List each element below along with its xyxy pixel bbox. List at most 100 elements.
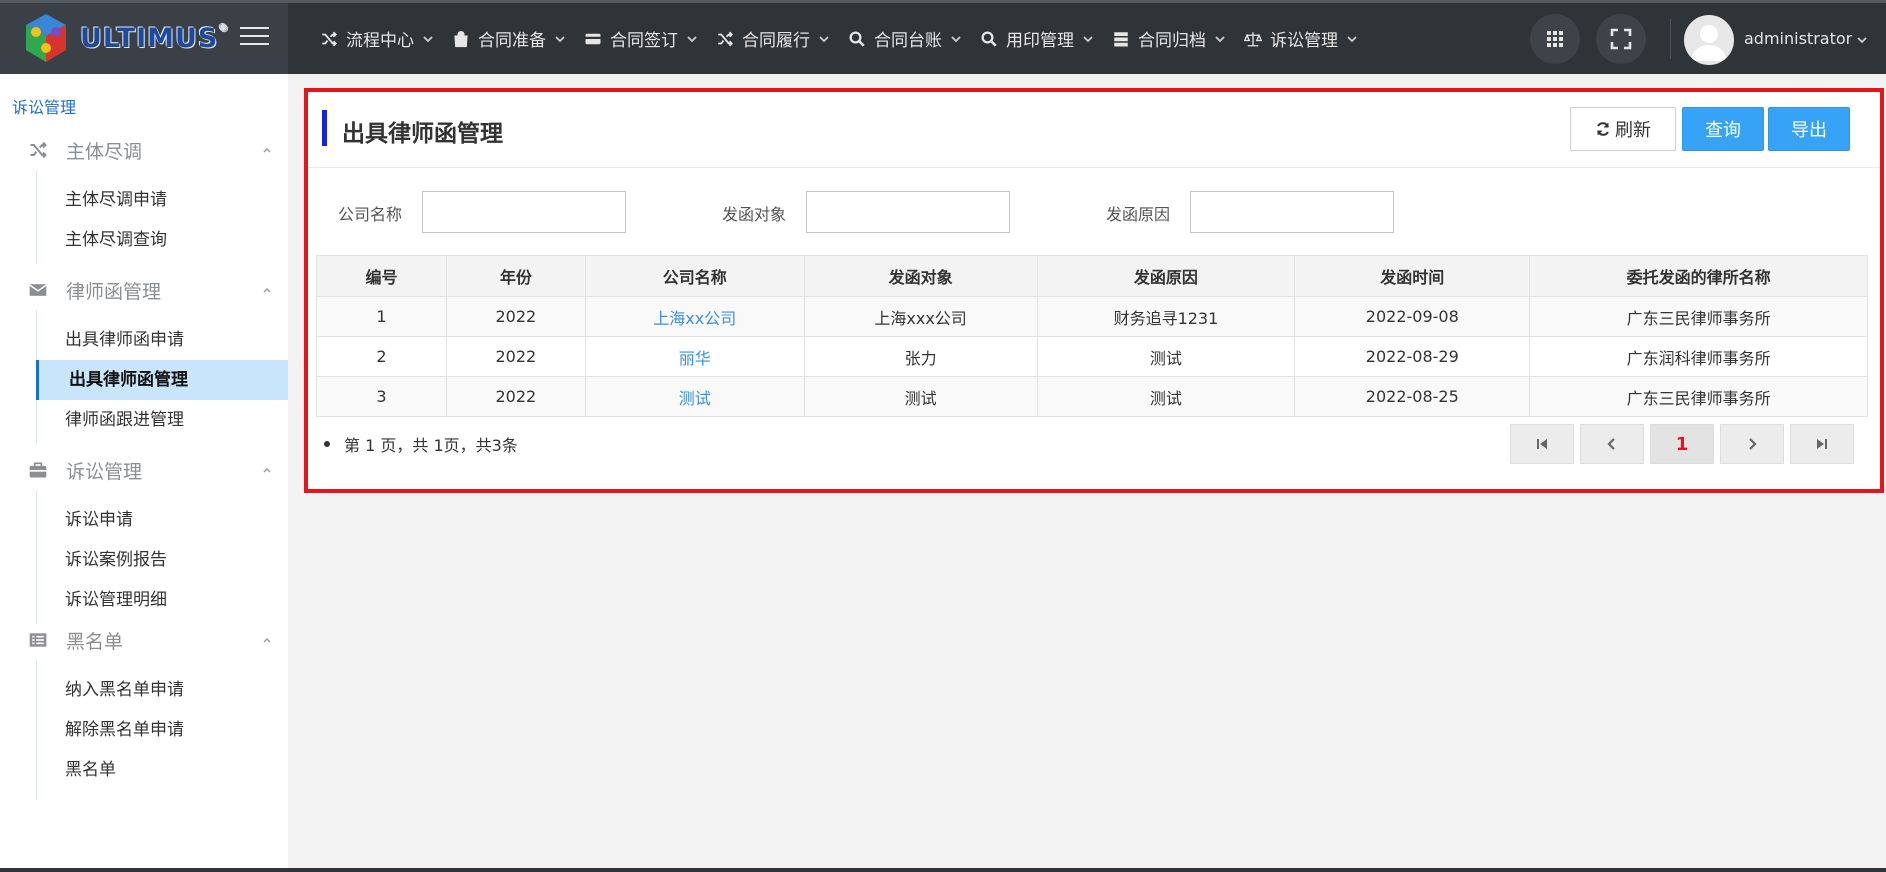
cell-no: 1 [316,296,447,337]
sidebar-group-header[interactable]: 黑名单 [0,620,288,660]
nav-contract-ledger[interactable]: 合同台账 [848,3,962,74]
sidebar-item-litigation-apply[interactable]: 诉讼申请 [37,500,288,540]
sidebar-item-lawyer-letter-manage[interactable]: 出具律师函管理 [36,360,288,400]
col-header-recipient[interactable]: 发函对象 [803,255,1038,297]
panel-header: 出具律师函管理 刷新 查询 导出 [308,92,1880,168]
sidebar-item-litigation-report[interactable]: 诉讼案例报告 [37,540,288,580]
last-page-icon [1817,439,1827,449]
prev-page-button[interactable] [1580,424,1644,464]
sidebar-item-blacklist-add[interactable]: 纳入黑名单申请 [37,670,288,710]
first-page-button[interactable] [1510,424,1574,464]
nav-litigation[interactable]: 诉讼管理 [1244,3,1358,74]
col-header-date[interactable]: 发函时间 [1294,255,1531,297]
nav-contract-archive[interactable]: 合同归档 [1112,3,1226,74]
sidebar-group-blacklist: 黑名单 纳入黑名单申请 解除黑名单申请 黑名单 [0,620,288,800]
chevron-up-icon [263,638,271,643]
nav-contract-prep[interactable]: 合同准备 [452,3,566,74]
last-page-button[interactable] [1790,424,1854,464]
sidebar: 诉讼管理 主体尽调 主体尽调申请 主体尽调查询 律师函管理 出具律师函申请 出具… [0,74,288,868]
bullet-icon [324,441,330,447]
col-header-no[interactable]: 编号 [316,255,447,297]
sidebar-group-label: 主体尽调 [66,140,143,163]
chevron-left-icon [1607,438,1615,450]
cell-reason: 测试 [1036,336,1296,377]
sidebar-item-blacklist[interactable]: 黑名单 [37,750,288,790]
sidebar-item-lawyer-letter-apply[interactable]: 出具律师函申请 [37,320,288,360]
nav-label: 用印管理 [1006,31,1074,51]
menu-toggle-icon[interactable] [240,27,269,47]
col-header-year[interactable]: 年份 [445,255,586,297]
sidebar-group-label: 黑名单 [66,630,124,653]
pagination-info: 第 1 页，共 1页，共3条 [324,432,518,456]
first-page-icon [1537,439,1547,449]
cell-company-link[interactable]: 测试 [584,376,805,417]
export-button[interactable]: 导出 [1768,107,1850,151]
nav-flow-center[interactable]: 流程中心 [320,3,434,74]
col-header-reason[interactable]: 发函原因 [1036,255,1296,297]
header-divider [1670,19,1671,59]
shuffle-icon [30,141,47,159]
cell-company-link[interactable]: 丽华 [584,336,805,377]
page-number-button[interactable]: 1 [1650,424,1714,464]
content-panel: 出具律师函管理 刷新 查询 导出 公司名称 发函对象 发函原因 编号 年份 公司… [304,88,1884,493]
cell-no: 3 [316,376,447,417]
sidebar-item-blacklist-remove[interactable]: 解除黑名单申请 [37,710,288,750]
chevron-down-icon [951,35,961,42]
pagination-info-text: 第 1 页，共 1页，共3条 [344,436,518,455]
col-header-company[interactable]: 公司名称 [584,255,805,297]
fullscreen-button[interactable] [1596,14,1646,64]
refresh-button[interactable]: 刷新 [1570,107,1676,151]
table-row[interactable]: 2 2022 丽华 张力 测试 2022-08-29 广东润科律师事务所 [316,336,1868,377]
cell-company-link[interactable]: 上海xx公司 [584,296,805,337]
nav-label: 合同履行 [742,31,810,51]
chevron-down-icon [1347,35,1357,42]
apps-grid-button[interactable] [1530,14,1580,64]
nav-seal-management[interactable]: 用印管理 [980,3,1094,74]
filter-label-company: 公司名称 [338,205,403,224]
top-navbar: ULTIMUS® 流程中心 合同准备 合同签订 合同履行 合同台账 用印管理 合… [0,0,1886,74]
query-button[interactable]: 查询 [1682,107,1764,151]
col-header-law-firm[interactable]: 委托发函的律所名称 [1529,255,1868,297]
table-header-row: 编号 年份 公司名称 发函对象 发函原因 发函时间 委托发函的律所名称 [316,255,1868,297]
table-row[interactable]: 1 2022 上海xx公司 上海xxx公司 财务追寻1231 2022-09-0… [316,296,1868,337]
chevron-up-icon [263,288,271,293]
scale-icon [1244,31,1262,46]
user-name[interactable]: administrator [1744,29,1852,48]
cell-date: 2022-08-25 [1294,376,1531,417]
shuffle-icon [718,31,734,46]
cell-year: 2022 [445,336,586,377]
cell-law-firm: 广东三民律师事务所 [1529,376,1868,417]
logo-area: ULTIMUS® [0,3,288,74]
nav-contract-sign[interactable]: 合同签订 [584,3,698,74]
avatar[interactable] [1684,15,1734,65]
reason-input[interactable] [1190,191,1394,233]
cell-date: 2022-09-08 [1294,296,1531,337]
sidebar-item-due-diligence-apply[interactable]: 主体尽调申请 [37,180,288,220]
sidebar-group-lawyer-letter: 律师函管理 出具律师函申请 出具律师函管理 律师函跟进管理 [0,270,288,444]
sidebar-group-litigation: 诉讼管理 诉讼申请 诉讼案例报告 诉讼管理明细 [0,450,288,624]
sidebar-group-header[interactable]: 主体尽调 [0,130,288,170]
sidebar-group-header[interactable]: 诉讼管理 [0,450,288,490]
sidebar-item-lawyer-letter-follow[interactable]: 律师函跟进管理 [37,400,288,440]
company-name-input[interactable] [422,191,626,233]
briefcase-icon [29,462,47,478]
cell-date: 2022-08-29 [1294,336,1531,377]
letters-table: 编号 年份 公司名称 发函对象 发函原因 发函时间 委托发函的律所名称 1 20… [316,255,1868,417]
next-page-button[interactable] [1720,424,1784,464]
nav-label: 合同台账 [874,31,942,51]
shuffle-icon [322,31,338,46]
logo-text: ULTIMUS® [80,23,230,54]
sidebar-item-litigation-detail[interactable]: 诉讼管理明细 [37,580,288,620]
chevron-down-icon [687,35,697,42]
cell-year: 2022 [445,376,586,417]
recipient-input[interactable] [806,191,1010,233]
sidebar-group-header[interactable]: 律师函管理 [0,270,288,310]
chevron-down-icon[interactable] [1856,34,1868,46]
chevron-up-icon [263,148,271,153]
filter-label-reason: 发函原因 [1106,205,1171,224]
cell-recipient: 测试 [803,376,1038,417]
table-row[interactable]: 3 2022 测试 测试 测试 2022-08-25 广东三民律师事务所 [316,376,1868,417]
nav-contract-perform[interactable]: 合同履行 [716,3,830,74]
title-accent-bar [322,110,327,146]
sidebar-item-due-diligence-query[interactable]: 主体尽调查询 [37,220,288,260]
